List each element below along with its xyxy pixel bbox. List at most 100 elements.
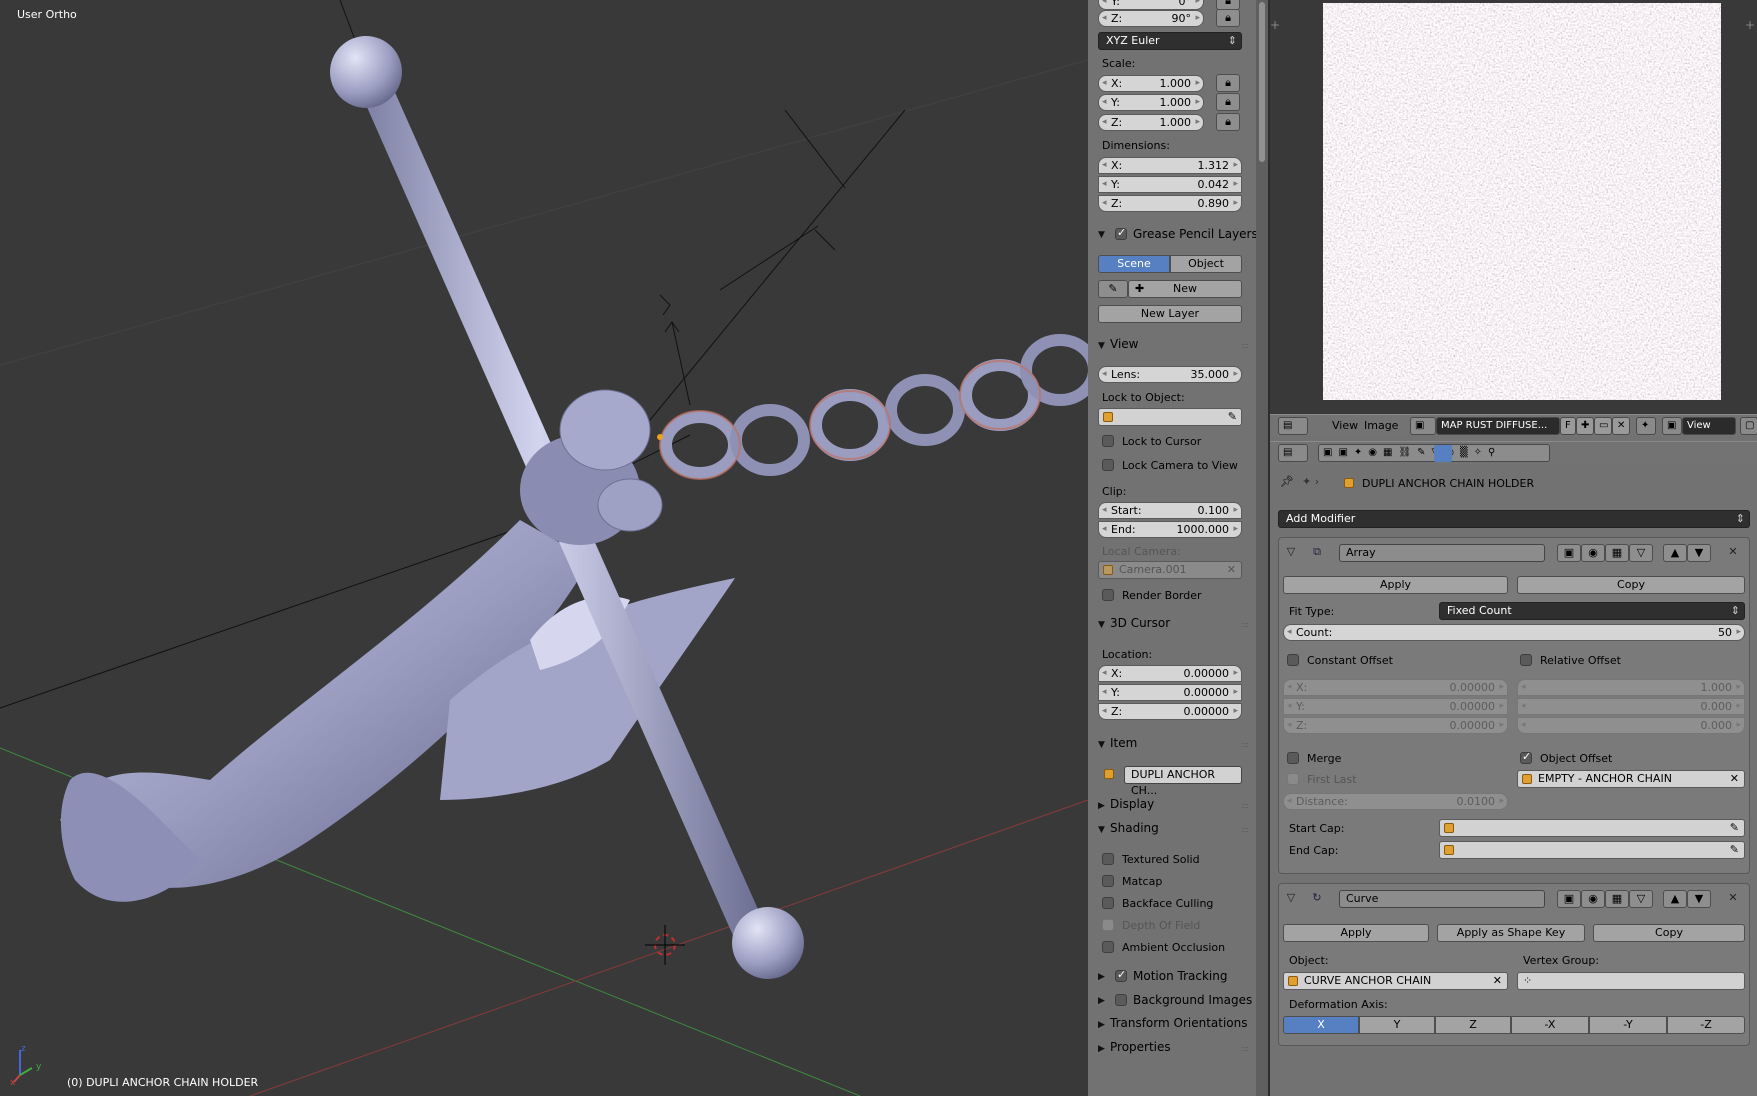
collapse-triangle-icon[interactable]: ▽: [1283, 890, 1299, 906]
editmode-icon[interactable]: ▦: [1605, 544, 1629, 562]
dof-checkbox[interactable]: [1102, 919, 1114, 931]
matcap-checkbox[interactable]: [1102, 875, 1114, 887]
lock-object-field[interactable]: ✎: [1098, 408, 1242, 426]
pin-icon[interactable]: 📌︎: [1280, 475, 1294, 488]
render-camera-icon[interactable]: ▣: [1557, 544, 1581, 562]
clear-x-icon[interactable]: ✕: [1227, 562, 1236, 578]
editor-type-icon[interactable]: ▤: [1278, 417, 1308, 435]
axis-neg-x-button[interactable]: -X: [1511, 1016, 1589, 1034]
3d-viewport[interactable]: User Ortho (0) DUPLI ANCHOR CHAIN HOLDER…: [0, 0, 1088, 1096]
start-cap-field[interactable]: ✎: [1439, 819, 1745, 837]
menu-view[interactable]: View: [1332, 419, 1358, 432]
grease-pencil-checkbox[interactable]: [1115, 226, 1127, 240]
editmode-icon[interactable]: ▦: [1605, 890, 1629, 908]
cursor-y-field[interactable]: Y:0.00000: [1098, 684, 1242, 701]
shelf-scrollbar[interactable]: [1256, 0, 1268, 1096]
relative-z-field[interactable]: 0.000: [1517, 717, 1745, 734]
clip-start-field[interactable]: Start:0.100: [1098, 502, 1242, 519]
cursor-z-field[interactable]: Z:0.00000: [1098, 703, 1242, 720]
axis-x-button[interactable]: X: [1283, 1016, 1359, 1034]
new-layer-button[interactable]: New Layer: [1098, 305, 1242, 323]
dimension-y-field[interactable]: Y:0.042: [1098, 176, 1242, 193]
new-image-icon[interactable]: ✚: [1576, 417, 1594, 435]
object-offset-checkbox[interactable]: [1520, 750, 1532, 764]
fake-user-button[interactable]: F: [1560, 417, 1576, 435]
offset-object-field[interactable]: EMPTY - ANCHOR CHAIN ✕: [1517, 770, 1745, 788]
clip-end-field[interactable]: End:1000.000: [1098, 521, 1242, 538]
drag-grip-icon[interactable]: ::::: [1241, 1044, 1249, 1053]
move-down-icon[interactable]: ▼: [1687, 544, 1711, 562]
ao-checkbox[interactable]: [1102, 941, 1114, 953]
close-x-icon[interactable]: ✕: [1723, 890, 1743, 906]
image-browse-icon[interactable]: ▣: [1410, 417, 1436, 435]
rotation-mode-select[interactable]: XYZ Euler: [1098, 32, 1242, 50]
drag-grip-icon[interactable]: ::::: [1241, 801, 1249, 810]
close-x-icon[interactable]: ✕: [1723, 544, 1743, 560]
item-name-field[interactable]: DUPLI ANCHOR CH...: [1124, 766, 1242, 797]
first-last-checkbox[interactable]: [1287, 773, 1299, 785]
curve-name-field[interactable]: Curve: [1339, 890, 1545, 908]
unlink-x-icon[interactable]: ✕: [1612, 417, 1630, 435]
tab-scene[interactable]: Scene: [1098, 255, 1170, 273]
view-panel-header[interactable]: ▼ View: [1098, 337, 1138, 351]
pencil-icon[interactable]: ✎: [1098, 280, 1128, 298]
axis-z-button[interactable]: Z: [1435, 1016, 1511, 1034]
drag-grip-icon[interactable]: ::::: [1241, 341, 1249, 350]
scale-x-field[interactable]: X:1.000: [1098, 75, 1204, 92]
clear-x-icon[interactable]: ✕: [1493, 973, 1502, 989]
merge-distance-field[interactable]: Distance:0.0100: [1283, 793, 1508, 810]
scale-y-field[interactable]: Y:1.000: [1098, 94, 1204, 111]
constant-z-field[interactable]: Z:0.00000: [1283, 717, 1508, 734]
apply-shape-key-button[interactable]: Apply as Shape Key: [1437, 924, 1585, 942]
relative-y-field[interactable]: 0.000: [1517, 698, 1745, 715]
viewport-eye-icon[interactable]: ◉: [1581, 890, 1605, 908]
move-up-icon[interactable]: ▲: [1663, 544, 1687, 562]
rotation-z-field[interactable]: Z:90°: [1098, 10, 1204, 27]
editor-type-icon[interactable]: ▤: [1278, 444, 1308, 462]
drag-grip-icon[interactable]: ::::: [1241, 825, 1249, 834]
merge-checkbox[interactable]: [1287, 752, 1299, 764]
array-name-field[interactable]: Array: [1339, 544, 1545, 562]
lock-icon[interactable]: 🔒︎: [1216, 74, 1240, 92]
rotation-y-field[interactable]: Y:0°: [1098, 0, 1204, 10]
cage-icon[interactable]: ▽: [1629, 890, 1653, 908]
move-up-icon[interactable]: ▲: [1663, 890, 1687, 908]
axis-neg-z-button[interactable]: -Z: [1667, 1016, 1745, 1034]
local-camera-field[interactable]: Camera.001 ✕: [1098, 561, 1242, 579]
axis-y-button[interactable]: Y: [1359, 1016, 1435, 1034]
textured-solid-checkbox[interactable]: [1102, 853, 1114, 865]
eyedropper-icon[interactable]: ✎: [1730, 820, 1739, 836]
lock-icon[interactable]: 🔒︎: [1216, 9, 1240, 27]
fit-type-select[interactable]: Fixed Count: [1439, 602, 1745, 620]
grease-pencil-panel-header[interactable]: ▼: [1098, 226, 1110, 240]
eyedropper-icon[interactable]: ✎: [1730, 842, 1739, 858]
menu-image[interactable]: Image: [1364, 419, 1398, 432]
lock-cursor-checkbox[interactable]: [1102, 435, 1114, 447]
curve-object-field[interactable]: CURVE ANCHOR CHAIN ✕: [1283, 972, 1508, 990]
background-images-header[interactable]: ▶: [1098, 992, 1110, 1006]
wrench-tab-icon[interactable]: [1434, 445, 1452, 462]
eyedropper-icon[interactable]: ✎: [1228, 409, 1237, 425]
lock-icon[interactable]: 🔒︎: [1216, 93, 1240, 111]
drag-grip-icon[interactable]: ::::: [1241, 620, 1249, 629]
grease-new-button[interactable]: ✚ New: [1128, 280, 1242, 298]
render-border-checkbox[interactable]: [1102, 589, 1114, 601]
pin-icon[interactable]: ✦: [1636, 417, 1656, 435]
motion-tracking-header[interactable]: ▶: [1098, 968, 1110, 982]
curve-copy-button[interactable]: Copy: [1593, 924, 1745, 942]
constant-y-field[interactable]: Y:0.00000: [1283, 698, 1508, 715]
constant-offset-checkbox[interactable]: [1287, 654, 1299, 666]
count-field[interactable]: Count:50: [1283, 624, 1745, 641]
image-name-field[interactable]: MAP RUST DIFFUSE...: [1436, 417, 1560, 435]
plus-icon[interactable]: +: [1745, 18, 1755, 32]
lens-field[interactable]: Lens:35.000: [1098, 366, 1242, 383]
open-folder-icon[interactable]: ▭: [1594, 417, 1612, 435]
mode-icon[interactable]: ▣: [1662, 417, 1682, 435]
axis-neg-y-button[interactable]: -Y: [1589, 1016, 1667, 1034]
add-modifier-select[interactable]: Add Modifier: [1278, 510, 1750, 528]
lock-icon[interactable]: 🔒︎: [1216, 113, 1240, 131]
render-slot-icon[interactable]: ▢: [1740, 417, 1757, 435]
scale-z-field[interactable]: Z:1.000: [1098, 114, 1204, 131]
collapse-triangle-icon[interactable]: ▽: [1283, 544, 1299, 560]
render-camera-icon[interactable]: ▣: [1557, 890, 1581, 908]
